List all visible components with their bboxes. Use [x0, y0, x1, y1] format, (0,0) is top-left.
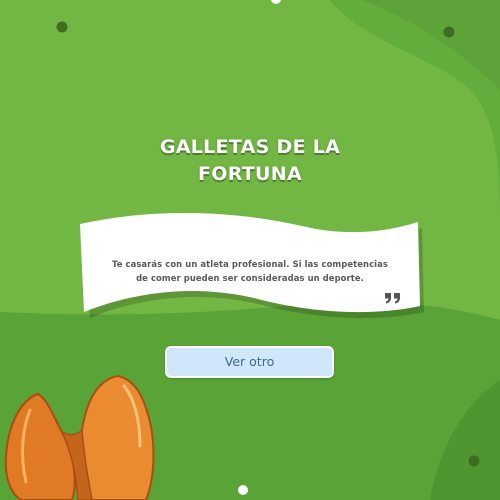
- decor-dot: [468, 455, 480, 467]
- fortune-paper-card: Te casarás con un atleta profesional. Si…: [78, 212, 424, 322]
- fortune-cookie-screen: GALLETAS DE LA FORTUNA Te casarás con un…: [0, 0, 500, 500]
- ver-otro-button[interactable]: Ver otro: [165, 346, 334, 378]
- fortune-message-line2: de comer pueden ser consideradas un depo…: [136, 273, 364, 283]
- closing-quote-icon: [385, 293, 400, 304]
- decor-dot: [56, 21, 68, 33]
- fortune-cookie-icon: [4, 374, 155, 500]
- decor-dot: [238, 485, 248, 495]
- fortune-message: Te casarás con un atleta profesional. Si…: [90, 257, 410, 285]
- fortune-message-line1: Te casarás con un atleta profesional. Si…: [112, 259, 388, 269]
- decor-dot: [443, 26, 455, 38]
- page-title: GALLETAS DE LA FORTUNA: [100, 134, 400, 188]
- page-title-line2: FORTUNA: [197, 163, 302, 185]
- page-title-line1: GALLETAS DE LA: [159, 136, 341, 158]
